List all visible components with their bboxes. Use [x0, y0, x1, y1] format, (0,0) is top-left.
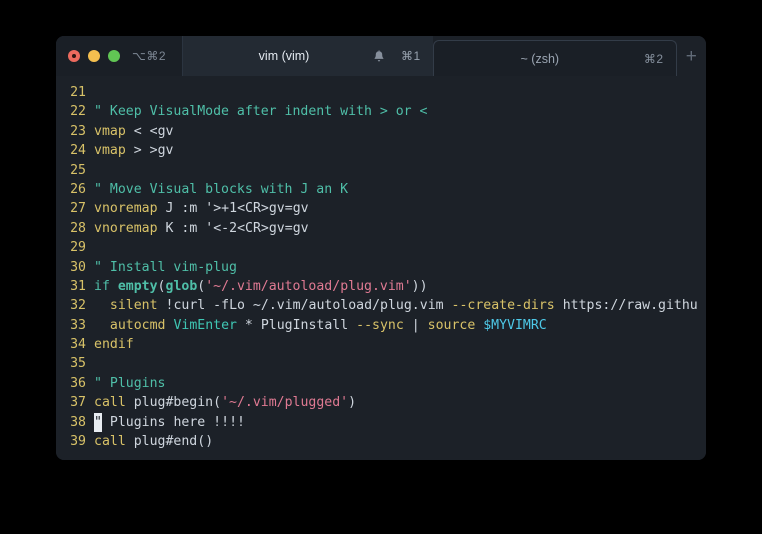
line-number: 28 [70, 220, 86, 236]
code-line: 26 " Move Visual blocks with J an K [56, 180, 706, 199]
code-line: 27 vnoremap J :m '>+1<CR>gv=gv [56, 199, 706, 218]
line-number: 29 [70, 240, 86, 256]
line-number: 35 [70, 356, 86, 372]
code-line: 23 vmap < <gv [56, 122, 706, 141]
code-line: 30 " Install vim-plug [56, 258, 706, 277]
tab-zsh-title: ~ (zsh) [520, 51, 560, 66]
line-text: silent !curl -fLo ~/.vim/autoload/plug.v… [109, 298, 698, 314]
tab-vim[interactable]: vim (vim) ⌘1 [183, 36, 433, 76]
code-line: 24 vmap > >gv [56, 141, 706, 160]
tab-vim-shortcut: ⌘1 [401, 49, 421, 63]
line-text: vmap < <gv [94, 123, 174, 139]
line-number: 36 [70, 375, 86, 391]
code-line: 21 [56, 83, 706, 102]
line-number: 26 [70, 181, 86, 197]
line-text: " Keep VisualMode after indent with > or… [94, 104, 428, 120]
tab-zsh[interactable]: ~ (zsh) ⌘2 [432, 40, 677, 76]
code-line: 35 [56, 354, 706, 373]
window-shortcut-label: ⌥⌘2 [132, 49, 167, 63]
line-text: endif [94, 337, 134, 353]
code-line: 32 silent !curl -fLo ~/.vim/autoload/plu… [56, 296, 706, 315]
line-text: " Move Visual blocks with J an K [94, 181, 349, 197]
code-line: 28 vnoremap K :m '<-2<CR>gv=gv [56, 219, 706, 238]
traffic-lights [56, 50, 132, 62]
window-controls-segment: ⌥⌘2 [56, 36, 184, 76]
line-number: 38 [70, 414, 86, 430]
line-number: 22 [70, 104, 86, 120]
line-text: if empty(glob('~/.vim/autoload/plug.vim'… [94, 278, 428, 294]
line-number: 25 [70, 162, 86, 178]
line-text: " Plugins [94, 375, 166, 391]
new-tab-button[interactable]: + [677, 36, 706, 76]
terminal-window: ⌥⌘2 vim (vim) ⌘1 ~ (zsh) ⌘2 + 21 22 " Keep… [56, 36, 706, 460]
tab-vim-title: vim (vim) [258, 49, 310, 63]
line-text: call plug#end() [94, 434, 214, 450]
line-number: 30 [70, 259, 86, 275]
line-number: 24 [70, 143, 86, 159]
line-text: " Plugins here !!!! [94, 412, 706, 433]
line-number: 31 [70, 278, 86, 294]
code-line: 39 call plug#end() [56, 432, 706, 451]
zoom-button[interactable] [108, 50, 120, 62]
line-number: 32 [70, 298, 86, 314]
tab-zsh-shortcut: ⌘2 [643, 51, 664, 66]
code-line: 31 if empty(glob('~/.vim/autoload/plug.vi… [56, 277, 706, 296]
minimize-button[interactable] [88, 50, 100, 62]
code-line: 37 call plug#begin('~/.vim/plugged') [56, 393, 706, 412]
line-number: 33 [70, 317, 86, 333]
line-number: 23 [70, 123, 86, 139]
code-line: 29 [56, 238, 706, 257]
bell-icon [373, 49, 385, 63]
close-button[interactable] [68, 50, 80, 62]
line-number: 34 [70, 337, 86, 353]
line-number: 37 [70, 395, 86, 411]
line-text: vnoremap J :m '>+1<CR>gv=gv [94, 201, 309, 217]
line-number: 21 [70, 85, 86, 100]
line-text: vnoremap K :m '<-2<CR>gv=gv [94, 220, 309, 236]
line-text: autocmd VimEnter * PlugInstall --sync | … [109, 317, 547, 333]
line-number: 39 [70, 434, 86, 450]
code-line: 38 " Plugins here !!!! [56, 412, 706, 433]
tab-bar: ⌥⌘2 vim (vim) ⌘1 ~ (zsh) ⌘2 + [56, 36, 706, 76]
text-cursor: " [94, 412, 102, 433]
editor-code-area[interactable]: 21 22 " Keep VisualMode after indent with … [56, 76, 706, 460]
code-line: 36 " Plugins [56, 374, 706, 393]
line-text: vmap > >gv [94, 143, 174, 159]
code-line: 22 " Keep VisualMode after indent with > … [56, 102, 706, 121]
line-number: 27 [70, 201, 86, 217]
line-text: " Install vim-plug [94, 259, 237, 275]
code-line: 25 [56, 161, 706, 180]
code-line: 33 autocmd VimEnter * PlugInstall --sync… [56, 316, 706, 335]
line-text: call plug#begin('~/.vim/plugged') [94, 395, 357, 411]
code-line: 34 endif [56, 335, 706, 354]
